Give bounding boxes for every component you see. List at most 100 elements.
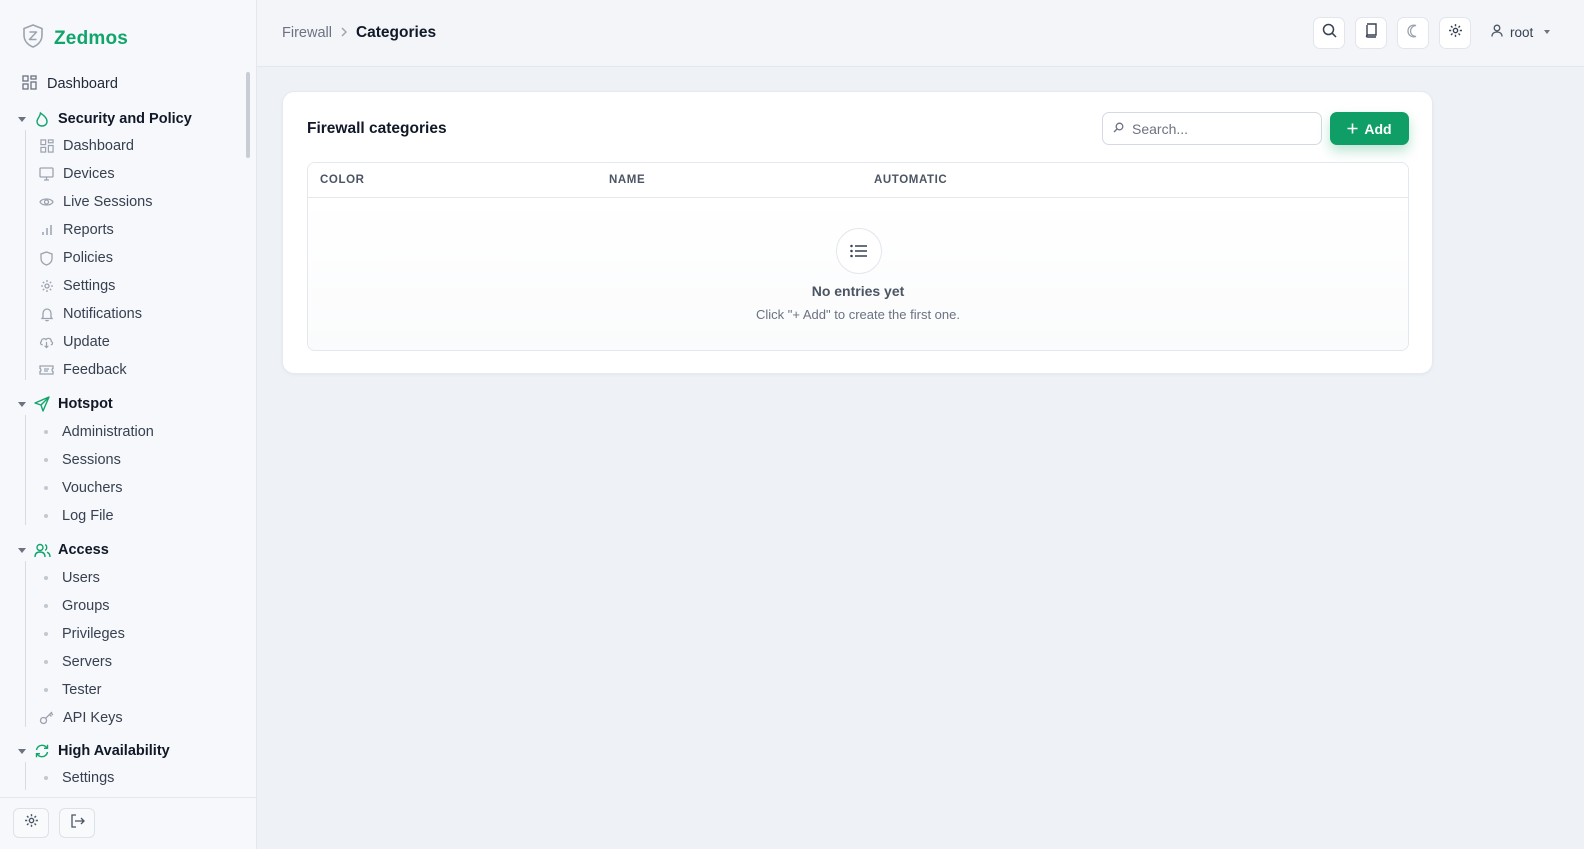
- search-input[interactable]: [1132, 120, 1302, 137]
- sidebar-item-settings[interactable]: Settings: [39, 276, 115, 296]
- sidebar-item-tester[interactable]: Tester: [39, 680, 102, 700]
- card-title: Firewall categories: [307, 120, 447, 137]
- empty-state-title: No entries yet: [811, 283, 905, 299]
- refresh-icon: [33, 742, 51, 760]
- bullet-icon: [44, 688, 48, 692]
- add-button[interactable]: Add: [1330, 112, 1409, 145]
- group-title: High Availability: [58, 743, 170, 759]
- grid-icon: [39, 139, 54, 154]
- sidebar-item-label: Settings: [62, 770, 115, 786]
- sidebar-item-label: Log File: [62, 508, 114, 524]
- sidebar-item-label: Settings: [63, 278, 116, 294]
- add-button-label: Add: [1364, 120, 1392, 137]
- list-icon: [836, 228, 882, 274]
- users-icon: [33, 541, 51, 559]
- sidebar-item-log-file[interactable]: Log File: [39, 506, 114, 526]
- sidebar-item-policies[interactable]: Policies: [39, 248, 113, 268]
- sidebar-item-label: Tester: [62, 682, 102, 698]
- breadcrumb-parent-link[interactable]: Firewall: [282, 25, 332, 41]
- sidebar-item-users[interactable]: Users: [39, 568, 100, 588]
- column-header-name[interactable]: NAME: [609, 174, 645, 186]
- sidebar-item-devices[interactable]: Devices: [39, 164, 115, 184]
- sidebar-item-label: Policies: [63, 250, 113, 266]
- sidebar-item-feedback[interactable]: Feedback: [39, 360, 127, 380]
- brand-name: Zedmos: [54, 27, 129, 49]
- group-title: Hotspot: [58, 396, 113, 412]
- sidebar-item-label: Vouchers: [62, 480, 123, 496]
- bullet-icon: [44, 632, 48, 636]
- settings-button[interactable]: [13, 808, 49, 838]
- sidebar-nav: Dashboard Security and Policy Dashboard …: [0, 70, 246, 790]
- user-menu[interactable]: root: [1491, 24, 1551, 40]
- sidebar-item-sessions[interactable]: Sessions: [39, 450, 121, 470]
- breadcrumb: Firewall Categories: [282, 24, 436, 42]
- sidebar-item-label: Groups: [62, 598, 110, 614]
- group-access[interactable]: Access: [18, 540, 109, 560]
- column-header-automatic[interactable]: AUTOMATIC: [874, 174, 947, 186]
- logout-button[interactable]: [59, 808, 95, 838]
- sidebar-item-servers[interactable]: Servers: [39, 652, 112, 672]
- group-divider: [25, 561, 26, 727]
- page-title: Categories: [355, 24, 437, 41]
- caret-down-icon: [18, 401, 26, 407]
- gear-icon: [39, 279, 54, 294]
- user-icon: [1491, 24, 1503, 40]
- caret-down-icon: [1544, 30, 1551, 34]
- sidebar-item-label: Users: [62, 570, 100, 586]
- caret-down-icon: [18, 547, 26, 553]
- sidebar: Zedmos Dashboard Security and Policy Das…: [0, 0, 257, 849]
- sidebar-item-groups[interactable]: Groups: [39, 596, 110, 616]
- header-settings-button[interactable]: [1439, 17, 1471, 49]
- sidebar-item-label: Servers: [62, 654, 112, 670]
- group-divider: [25, 415, 26, 525]
- bar-chart-icon: [39, 223, 54, 238]
- sidebar-item-live-sessions[interactable]: Live Sessions: [39, 192, 152, 212]
- sidebar-item-vouchers[interactable]: Vouchers: [39, 478, 122, 498]
- sidebar-item-update[interactable]: Update: [39, 332, 110, 352]
- brand[interactable]: Zedmos: [22, 24, 128, 53]
- bullet-icon: [44, 776, 48, 780]
- search-field[interactable]: [1102, 112, 1322, 145]
- group-title: Security and Policy: [58, 111, 192, 127]
- ticket-icon: [39, 363, 54, 378]
- sidebar-item-privileges[interactable]: Privileges: [39, 624, 125, 644]
- categories-table: COLOR NAME AUTOMATIC No entries yet Clic…: [307, 162, 1409, 351]
- sidebar-scrollbar[interactable]: [246, 72, 250, 158]
- group-hotspot[interactable]: Hotspot: [18, 394, 113, 414]
- send-icon: [33, 395, 51, 413]
- sidebar-item-label: API Keys: [63, 710, 123, 726]
- sidebar-item-reports[interactable]: Reports: [39, 220, 114, 240]
- sidebar-item-security-dashboard[interactable]: Dashboard: [39, 136, 134, 156]
- caret-down-icon: [18, 748, 26, 754]
- user-name: root: [1510, 24, 1534, 40]
- sidebar-item-administration[interactable]: Administration: [39, 422, 154, 442]
- sidebar-item-dashboard[interactable]: Dashboard: [22, 74, 118, 94]
- group-security-and-policy[interactable]: Security and Policy: [18, 109, 192, 129]
- group-high-availability[interactable]: High Availability: [18, 741, 170, 761]
- search-icon: [1322, 23, 1337, 43]
- bell-icon: [39, 307, 54, 322]
- bullet-icon: [44, 458, 48, 462]
- book-icon: [1365, 23, 1378, 43]
- sidebar-item-label: Administration: [62, 424, 154, 440]
- chevron-right-icon: [340, 25, 348, 41]
- bullet-icon: [44, 430, 48, 434]
- bullet-icon: [44, 660, 48, 664]
- sidebar-item-label: Devices: [63, 166, 115, 182]
- search-button[interactable]: [1313, 17, 1345, 49]
- sidebar-item-api-keys[interactable]: API Keys: [39, 708, 123, 728]
- sidebar-item-ha-settings[interactable]: Settings: [39, 768, 114, 788]
- gear-icon: [1448, 23, 1463, 43]
- sidebar-item-label: Dashboard: [47, 76, 118, 92]
- logout-icon: [70, 813, 85, 833]
- group-divider: [25, 762, 26, 790]
- sidebar-item-label: Feedback: [63, 362, 127, 378]
- column-header-color[interactable]: COLOR: [320, 174, 365, 186]
- docs-button[interactable]: [1355, 17, 1387, 49]
- plus-icon: [1347, 121, 1358, 137]
- sidebar-item-notifications[interactable]: Notifications: [39, 304, 142, 324]
- empty-state-subtitle: Click "+ Add" to create the first one.: [756, 307, 960, 322]
- sidebar-item-label: Update: [63, 334, 110, 350]
- monitor-icon: [39, 167, 54, 182]
- theme-toggle-button[interactable]: [1397, 17, 1429, 49]
